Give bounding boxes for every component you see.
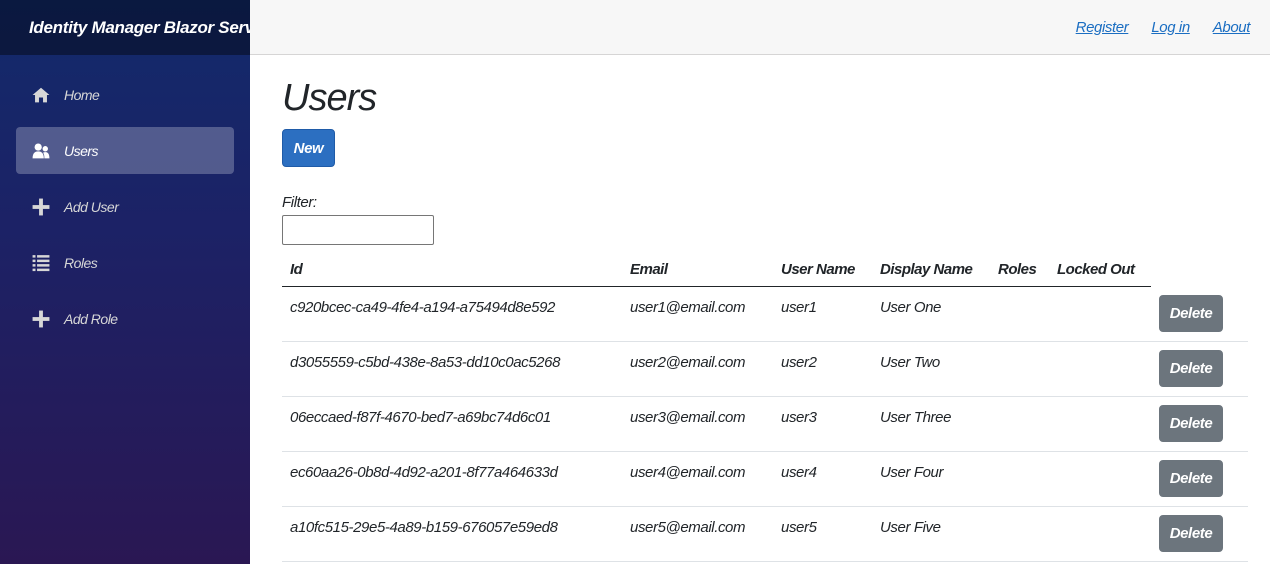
header-roles: Roles <box>990 253 1049 287</box>
new-user-button[interactable]: New <box>282 129 335 167</box>
cell-locked-out <box>1049 286 1151 342</box>
cell-id: ec60aa26-0b8d-4d92-a201-8f77a464633d <box>282 451 622 507</box>
nav-item-add-role[interactable]: Add Role <box>16 295 234 342</box>
cell-roles <box>990 506 1049 562</box>
cell-display-name: User Four <box>872 451 990 507</box>
cell-locked-out <box>1049 396 1151 452</box>
cell-id: c920bcec-ca49-4fe4-a194-a75494d8e592 <box>282 286 622 342</box>
users-table: Id Email User Name Display Name Roles Lo… <box>282 253 1248 562</box>
cell-email: user2@email.com <box>622 341 773 397</box>
cell-email: user4@email.com <box>622 451 773 507</box>
cell-actions: Delete <box>1151 341 1248 397</box>
cell-locked-out <box>1049 341 1151 397</box>
plus-icon <box>31 309 51 329</box>
delete-button[interactable]: Delete <box>1159 515 1223 552</box>
filter-label: Filter: <box>282 194 317 211</box>
cell-display-name: User Two <box>872 341 990 397</box>
nav-label-users: Users <box>64 142 99 159</box>
header-email: Email <box>622 253 773 287</box>
cell-display-name: User One <box>872 286 990 342</box>
cell-locked-out <box>1049 506 1151 562</box>
nav-label-home: Home <box>64 86 100 103</box>
table-row: d3055559-c5bd-438e-8a53-dd10c0ac5268 use… <box>282 341 1248 397</box>
cell-roles <box>990 286 1049 342</box>
cell-actions: Delete <box>1151 286 1248 342</box>
nav-menu: Home Users Add User Roles Add Role <box>0 55 250 342</box>
cell-locked-out <box>1049 451 1151 507</box>
header-actions <box>1151 253 1248 286</box>
cell-user-name: user1 <box>773 286 872 342</box>
nav-label-add-role: Add Role <box>64 310 118 327</box>
cell-display-name: User Three <box>872 396 990 452</box>
nav-item-add-user[interactable]: Add User <box>16 183 234 230</box>
register-link[interactable]: Register <box>1076 19 1129 36</box>
list-icon <box>31 253 51 273</box>
page-title: Users <box>282 77 377 119</box>
login-link[interactable]: Log in <box>1151 19 1190 36</box>
header-locked-out: Locked Out <box>1049 253 1151 287</box>
app-brand[interactable]: Identity Manager Blazor Server <box>29 18 270 38</box>
table-row: 06eccaed-f87f-4670-bed7-a69bc74d6c01 use… <box>282 396 1248 452</box>
nav-item-users[interactable]: Users <box>16 127 234 174</box>
header-user-name: User Name <box>773 253 872 287</box>
delete-button[interactable]: Delete <box>1159 294 1223 332</box>
cell-email: user3@email.com <box>622 396 773 452</box>
brand-bar: Identity Manager Blazor Server <box>0 0 270 55</box>
cell-display-name: User Five <box>872 506 990 562</box>
cell-id: d3055559-c5bd-438e-8a53-dd10c0ac5268 <box>282 341 622 397</box>
sidebar: Identity Manager Blazor Server Home User… <box>0 0 270 564</box>
cell-user-name: user3 <box>773 396 872 452</box>
header-id: Id <box>282 253 622 287</box>
delete-button[interactable]: Delete <box>1159 350 1223 387</box>
delete-button[interactable]: Delete <box>1159 460 1223 497</box>
cell-email: user1@email.com <box>622 286 773 342</box>
cell-roles <box>990 341 1049 397</box>
cell-actions: Delete <box>1151 396 1248 452</box>
delete-button[interactable]: Delete <box>1159 405 1223 442</box>
cell-id: 06eccaed-f87f-4670-bed7-a69bc74d6c01 <box>282 396 622 452</box>
cell-roles <box>990 451 1049 507</box>
cell-id: a10fc515-29e5-4a89-b159-676057e59ed8 <box>282 506 622 562</box>
cell-user-name: user2 <box>773 341 872 397</box>
cell-email: user5@email.com <box>622 506 773 562</box>
cell-actions: Delete <box>1151 506 1248 562</box>
nav-label-roles: Roles <box>64 254 98 271</box>
table-header-row: Id Email User Name Display Name Roles Lo… <box>282 253 1248 287</box>
nav-label-add-user: Add User <box>64 198 119 215</box>
top-row: Register Log in About <box>250 0 1270 55</box>
table-row: c920bcec-ca49-4fe4-a194-a75494d8e592 use… <box>282 286 1248 342</box>
cell-user-name: user4 <box>773 451 872 507</box>
nav-item-home[interactable]: Home <box>16 71 234 118</box>
home-icon <box>31 85 51 105</box>
filter-input[interactable] <box>282 215 434 245</box>
table-row: ec60aa26-0b8d-4d92-a201-8f77a464633d use… <box>282 451 1248 507</box>
about-link[interactable]: About <box>1213 19 1251 36</box>
table-row: a10fc515-29e5-4a89-b159-676057e59ed8 use… <box>282 506 1248 562</box>
cell-actions: Delete <box>1151 451 1248 507</box>
users-icon <box>31 141 51 161</box>
nav-item-roles[interactable]: Roles <box>16 239 234 286</box>
header-display-name: Display Name <box>872 253 990 287</box>
main-content: Users New Filter: Id Email User Name Dis… <box>282 55 1252 562</box>
cell-user-name: user5 <box>773 506 872 562</box>
plus-icon <box>31 197 51 217</box>
cell-roles <box>990 396 1049 452</box>
